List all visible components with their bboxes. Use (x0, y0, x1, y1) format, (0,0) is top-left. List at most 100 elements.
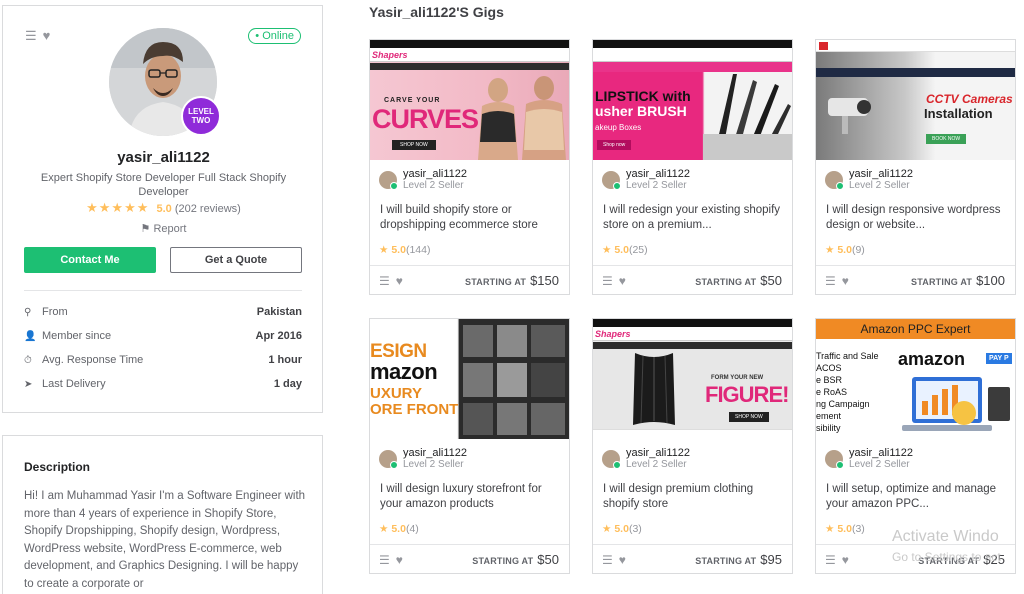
gig-rating-count: (3) (628, 523, 642, 535)
thumb-text: CURVES (372, 104, 479, 134)
menu-icon[interactable]: ☰ (602, 274, 613, 288)
thumb-text: CARVE YOUR (384, 97, 441, 104)
gig-title[interactable]: I will redesign your existing shopify st… (603, 203, 785, 233)
menu-icon[interactable]: ☰ (825, 553, 836, 567)
report-label: Report (153, 223, 187, 235)
user-icon: 👤 (24, 330, 37, 342)
star-icon: ★ (602, 523, 612, 535)
menu-icon[interactable]: ☰ (825, 274, 836, 288)
stat-last-delivery: ➤ Last Delivery 1 day (24, 375, 302, 393)
stat-label: Avg. Response Time (42, 354, 144, 366)
gig-thumbnail[interactable]: Shapers CARVE YOUR CURVES SHOP NOW (370, 40, 569, 160)
gig-thumbnail[interactable]: CCTV Cameras Installation BOOK NOW (816, 40, 1015, 160)
price-value: $150 (530, 273, 559, 288)
gig-rating-score: 5.0 (391, 523, 406, 535)
price-value: $50 (760, 273, 782, 288)
gig-rating-count: (4) (405, 523, 419, 535)
gig-card[interactable]: CCTV Cameras Installation BOOK NOW yasir… (815, 39, 1016, 295)
level-badge-line1: LEVEL (188, 107, 214, 116)
star-icon: ★ (825, 244, 835, 256)
gig-title[interactable]: I will design premium clothing shopify s… (603, 482, 785, 512)
seller-name: yasir_ali1122 (849, 168, 914, 180)
gig-footer: ☰ ♥ STARTING AT $50 (370, 544, 569, 573)
gig-rating-count: (3) (851, 523, 865, 535)
contact-me-button[interactable]: Contact Me (24, 247, 156, 273)
gig-card[interactable]: Shapers CARVE YOUR CURVES SHOP NOW yasir… (369, 39, 570, 295)
report-link[interactable]: ⚑ Report (3, 222, 324, 235)
seller-profile-card: ☰ ♥ • Online LEVEL TWO yasir_ali1122 Exp… (2, 5, 323, 413)
amazon-logo: amazon (898, 349, 966, 369)
heart-icon[interactable]: ♥ (396, 553, 403, 567)
menu-icon[interactable]: ☰ (379, 553, 390, 567)
seller-name: yasir_ali1122 (626, 447, 691, 459)
gig-rating-count: (144) (405, 244, 431, 256)
seller-username[interactable]: yasir_ali1122 (3, 149, 324, 166)
thumb-list-item: Traffic and Sale (816, 351, 879, 361)
thumb-logo: Shapers (595, 329, 631, 339)
gig-card[interactable]: Shapers FORM YOUR NEW FIGURE! SHOP NOW y… (592, 318, 793, 574)
gig-seller[interactable]: yasir_ali1122 Level 2 Seller (825, 447, 913, 471)
gig-title[interactable]: I will setup, optimize and manage your a… (826, 482, 1008, 512)
starting-at-label: STARTING AT (695, 556, 757, 566)
seller-level: Level 2 Seller (849, 459, 910, 470)
thumb-list-item: ACOS (816, 363, 842, 373)
menu-icon[interactable]: ☰ (379, 274, 390, 288)
gig-seller[interactable]: yasir_ali1122 Level 2 Seller (825, 168, 913, 192)
star-icon: ★ (825, 523, 835, 535)
stat-label: Last Delivery (42, 378, 106, 390)
gig-thumbnail[interactable]: Amazon PPC Expert Traffic and Sale ACOS … (816, 319, 1015, 439)
gig-card[interactable]: ESIGN mazon UXURY ORE FRONT yasir_ali112… (369, 318, 570, 574)
seller-level: Level 2 Seller (403, 459, 464, 470)
heart-icon[interactable]: ♥ (842, 553, 849, 567)
heart-icon[interactable]: ♥ (619, 274, 626, 288)
heart-icon[interactable]: ♥ (396, 274, 403, 288)
menu-icon[interactable]: ☰ (25, 28, 37, 44)
menu-icon[interactable]: ☰ (602, 553, 613, 567)
gig-price: STARTING AT $50 (695, 273, 782, 288)
gig-rating: ★ 5.0(4) (379, 523, 419, 535)
thumb-logo: Shapers (372, 50, 408, 60)
seller-name: yasir_ali1122 (626, 168, 691, 180)
gig-seller[interactable]: yasir_ali1122 Level 2 Seller (602, 168, 690, 192)
gig-title[interactable]: I will design responsive wordpress desig… (826, 203, 1008, 233)
gig-thumbnail[interactable]: LIPSTICK with usher BRUSH akeup Boxes Sh… (593, 40, 792, 160)
heart-icon[interactable]: ♥ (619, 553, 626, 567)
thumb-text: LIPSTICK with (595, 88, 691, 104)
seller-avatar (379, 171, 398, 190)
paper-plane-icon: ➤ (24, 378, 33, 390)
gig-seller[interactable]: yasir_ali1122 Level 2 Seller (379, 447, 467, 471)
profile-actions: ☰ ♥ (25, 28, 50, 44)
gig-rating: ★ 5.0(3) (825, 523, 865, 535)
gig-seller[interactable]: yasir_ali1122 Level 2 Seller (379, 168, 467, 192)
gig-thumbnail[interactable]: ESIGN mazon UXURY ORE FRONT (370, 319, 569, 439)
thumb-list-item: sibility (816, 423, 841, 433)
thumb-list: Traffic and Sale ACOS e BSR e RoAS ng Ca… (816, 350, 879, 434)
get-a-quote-button[interactable]: Get a Quote (170, 247, 302, 273)
gig-title[interactable]: I will design luxury storefront for your… (380, 482, 562, 512)
thumb-text: CCTV Cameras (926, 92, 1013, 106)
divider (24, 290, 302, 291)
star-icon: ★ (379, 244, 389, 256)
seller-level: Level 2 Seller (626, 180, 687, 191)
rating-reviews-count[interactable]: (202 reviews) (175, 203, 241, 215)
heart-icon[interactable]: ♥ (842, 274, 849, 288)
stat-value: 1 day (273, 378, 302, 390)
seller-avatar (379, 450, 398, 469)
thumb-text: usher BRUSH (595, 103, 687, 119)
starting-at-label: STARTING AT (472, 556, 534, 566)
thumb-cta: Shop now (597, 140, 632, 150)
gig-rating: ★ 5.0(9) (825, 244, 865, 256)
stat-label: From (42, 306, 68, 318)
gig-rating-score: 5.0 (614, 523, 629, 535)
gig-rating-count: (9) (851, 244, 865, 256)
gig-card[interactable]: LIPSTICK with usher BRUSH akeup Boxes Sh… (592, 39, 793, 295)
clock-icon: ⏱ (24, 354, 32, 366)
gig-rating-score: 5.0 (614, 244, 629, 256)
heart-icon[interactable]: ♥ (43, 28, 51, 44)
gig-title[interactable]: I will build shopify store or dropshippi… (380, 203, 562, 233)
seller-avatar (602, 450, 621, 469)
gig-thumbnail[interactable]: Shapers FORM YOUR NEW FIGURE! SHOP NOW (593, 319, 792, 439)
gig-price: STARTING AT $100 (911, 273, 1005, 288)
description-text: Hi! I am Muhammad Yasir I'm a Software E… (24, 490, 306, 590)
gig-seller[interactable]: yasir_ali1122 Level 2 Seller (602, 447, 690, 471)
